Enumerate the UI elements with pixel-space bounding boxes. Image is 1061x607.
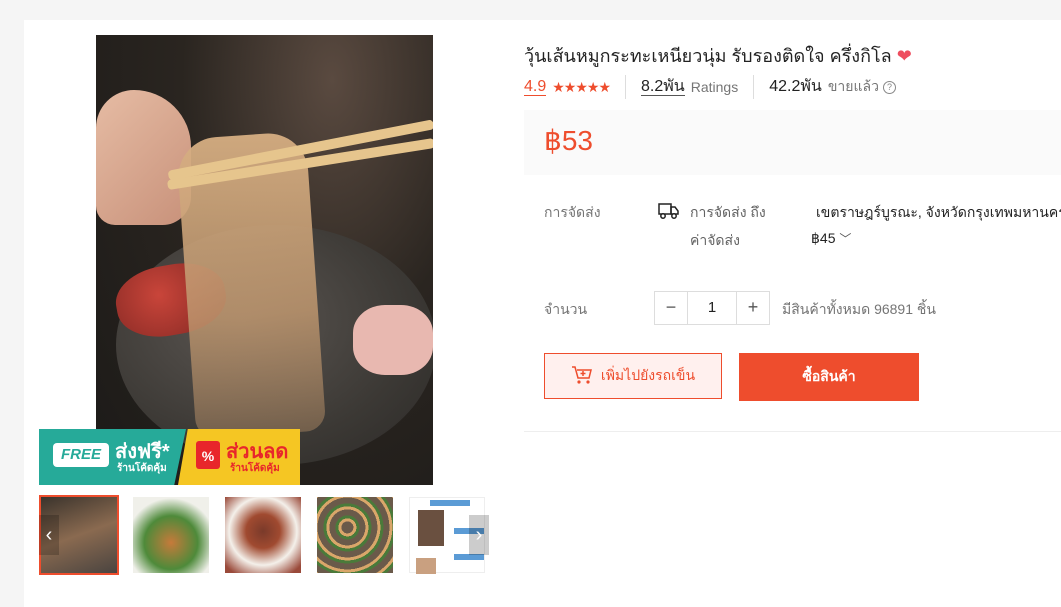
- help-icon[interactable]: ?: [882, 80, 896, 94]
- quantity-stepper: − 1 +: [654, 291, 770, 325]
- chevron-down-icon: ﹀: [839, 232, 852, 246]
- cart-icon: [571, 365, 593, 388]
- promo-banner: FREE ส่งฟรี* ร้านโค้ดคุ้ม % ส่วนลด ร้านโ…: [39, 429, 300, 485]
- quantity-label: จำนวน: [544, 301, 588, 317]
- product-title-text: วุ้นเส้นหมูกระทะเหนียวนุ่ม รับรองติดใจ ค…: [524, 46, 892, 66]
- rating-row: 4.9 ★★★★★ 8.2พัน Ratings 42.2พัน ขายแล้ว…: [524, 75, 896, 99]
- add-to-cart-label: เพิ่มไปยังรถเข็น: [600, 367, 696, 383]
- add-to-cart-button[interactable]: เพิ่มไปยังรถเข็น: [544, 353, 722, 399]
- sold-label: ขายแล้ว: [827, 78, 879, 94]
- sold-count: 42.2พัน: [769, 78, 822, 95]
- ratings-label: Ratings: [690, 79, 739, 95]
- price-box: ฿53: [524, 110, 1061, 175]
- heart-icon: ❤: [896, 46, 912, 66]
- free-shipping-banner: FREE ส่งฟรี* ร้านโค้ดคุ้ม: [39, 429, 186, 485]
- divider: [625, 75, 627, 99]
- free-shipping-sub: ร้านโค้ดคุ้ม: [117, 463, 167, 474]
- discount-sub: ร้านโค้ดคุ้ม: [230, 463, 280, 474]
- ratings-count[interactable]: 8.2พัน: [641, 78, 685, 96]
- shipping-to-label: การจัดส่ง ถึง: [690, 204, 766, 220]
- product-card: FREE ส่งฟรี* ร้านโค้ดคุ้ม % ส่วนลด ร้านโ…: [24, 20, 1061, 607]
- truck-icon: [658, 202, 680, 225]
- divider: [753, 75, 755, 99]
- shipping-destination[interactable]: เขตราษฎร์บูรณะ, จังหวัดกรุงเทพมหานคร: [816, 202, 1061, 224]
- buy-now-button[interactable]: ซื้อสินค้า: [739, 353, 919, 401]
- section-divider: [524, 431, 1061, 432]
- quantity-increase-button[interactable]: +: [737, 292, 769, 324]
- next-thumbnail-arrow[interactable]: ›: [469, 515, 489, 555]
- shipping-destination-text: เขตราษฎร์บูรณะ, จังหวัดกรุงเทพมหานคร: [816, 204, 1061, 220]
- percent-icon: %: [196, 441, 220, 469]
- quantity-input[interactable]: 1: [687, 292, 737, 324]
- shipping-label: การจัดส่ง: [544, 204, 601, 220]
- thumbnail-2[interactable]: [131, 495, 211, 575]
- product-price: ฿53: [544, 125, 593, 156]
- thumbnail-4[interactable]: [315, 495, 395, 575]
- rating-value[interactable]: 4.9: [524, 78, 547, 96]
- shipping-fee-value: ฿45: [811, 230, 836, 246]
- free-badge: FREE: [53, 443, 109, 467]
- quantity-decrease-button[interactable]: −: [655, 292, 687, 324]
- discount-banner: % ส่วนลด ร้านโค้ดคุ้ม: [178, 429, 300, 485]
- thumbnail-strip: ‹ ›: [39, 495, 489, 578]
- stock-text: มีสินค้าทั้งหมด 96891 ชิ้น: [782, 301, 936, 317]
- star-rating-icon: ★★★★★: [552, 78, 611, 95]
- shipping-fee-label: ค่าจัดส่ง: [690, 232, 740, 248]
- product-title: วุ้นเส้นหมูกระทะเหนียวนุ่ม รับรองติดใจ ค…: [524, 41, 912, 70]
- shipping-fee[interactable]: ฿45 ﹀: [811, 230, 851, 247]
- main-product-image[interactable]: [96, 35, 433, 485]
- thumbnail-3[interactable]: [223, 495, 303, 575]
- prev-thumbnail-arrow[interactable]: ‹: [39, 515, 59, 555]
